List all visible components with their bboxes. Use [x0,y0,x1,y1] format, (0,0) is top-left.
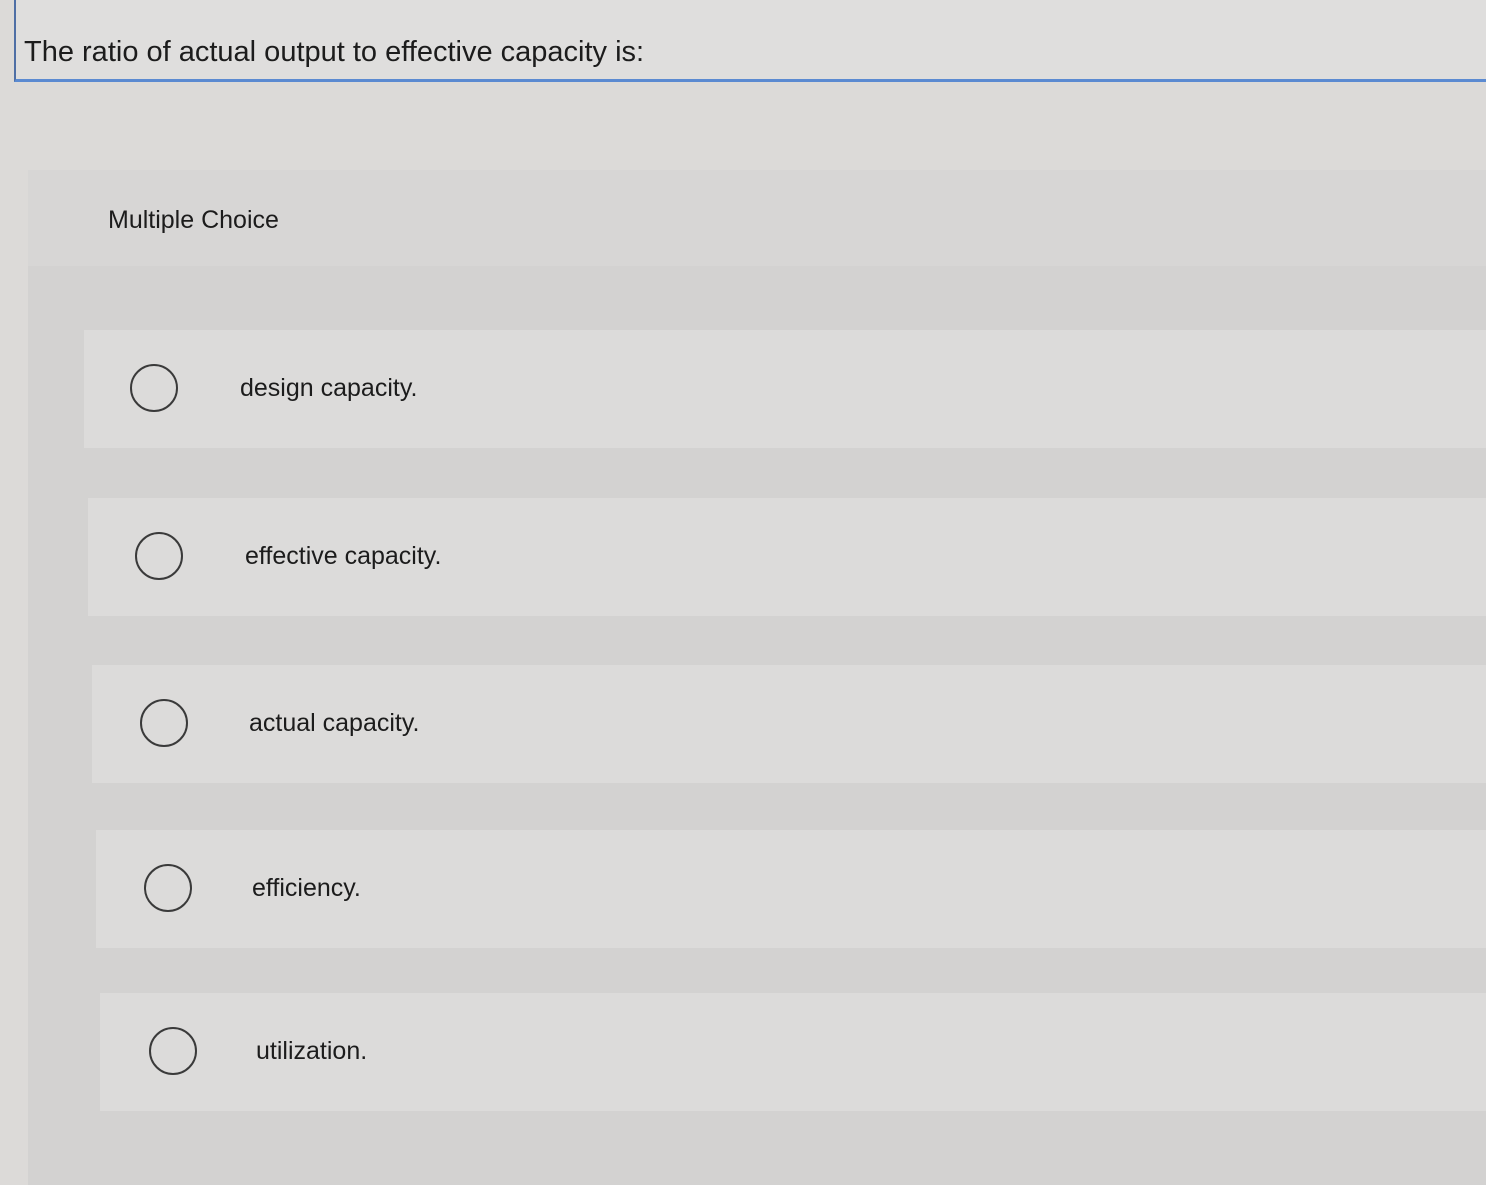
answer-option-label: design capacity. [240,374,418,402]
multiple-choice-header: Multiple Choice [28,170,1486,266]
question-box: The ratio of actual output to effective … [14,0,1486,82]
answer-option-label: actual capacity. [249,709,420,737]
question-text: The ratio of actual output to effective … [24,36,645,68]
answer-option-label: utilization. [256,1037,368,1065]
answer-option-label: effective capacity. [245,542,442,570]
answer-option-label: efficiency. [252,874,361,902]
radio-button-icon[interactable] [140,699,188,747]
radio-button-icon[interactable] [149,1027,197,1075]
radio-button-icon[interactable] [144,864,192,912]
multiple-choice-panel: Multiple Choice design capacity. effecti… [28,170,1486,1185]
multiple-choice-label: Multiple Choice [108,206,279,234]
answer-option-actual-capacity[interactable]: actual capacity. [92,665,1486,783]
answer-option-design-capacity[interactable]: design capacity. [84,330,1486,448]
answer-option-utilization[interactable]: utilization. [100,993,1486,1111]
radio-button-icon[interactable] [130,364,178,412]
radio-button-icon[interactable] [135,532,183,580]
answer-option-effective-capacity[interactable]: effective capacity. [88,498,1486,616]
answer-option-efficiency[interactable]: efficiency. [96,830,1486,948]
